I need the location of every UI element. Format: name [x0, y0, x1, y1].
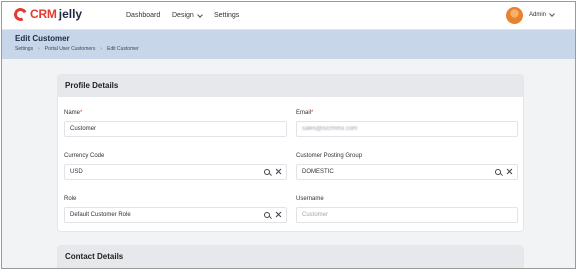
- search-icon[interactable]: [264, 211, 270, 218]
- breadcrumb-separator-icon: ›: [38, 46, 40, 52]
- profile-details-card: Profile Details Name* Customer Email* sa…: [57, 74, 524, 232]
- avatar[interactable]: [506, 7, 523, 24]
- chevron-down-icon: [196, 11, 203, 18]
- role-field[interactable]: Default Customer Role: [64, 207, 287, 223]
- user-name: Admin: [529, 12, 547, 18]
- role-value: Default Customer Role: [70, 212, 131, 218]
- customer-posting-group-value: DOMESTIC: [302, 169, 334, 175]
- name-value: Customer: [70, 126, 97, 132]
- search-icon[interactable]: [264, 168, 270, 175]
- customer-posting-group-actions: [495, 168, 513, 175]
- clear-icon[interactable]: [506, 168, 513, 175]
- chevron-down-icon: [549, 11, 555, 17]
- name-label-text: Name: [64, 110, 81, 116]
- nav-design[interactable]: Design: [172, 11, 203, 19]
- name-label: Name*: [64, 110, 82, 116]
- breadcrumb-settings[interactable]: Settings: [15, 46, 33, 52]
- logo-mark-icon: [12, 5, 29, 23]
- top-navbar: CRM jelly Dashboard Design Settings Admi…: [2, 2, 575, 30]
- page-header: Edit Customer Settings › Portal User Cus…: [2, 30, 575, 59]
- email-field[interactable]: sales@iscrmmx.com: [296, 121, 518, 137]
- name-field[interactable]: Customer: [64, 121, 287, 137]
- breadcrumb: Settings › Portal User Customers › Edit …: [15, 46, 139, 52]
- app-window: CRM jelly Dashboard Design Settings Admi…: [1, 1, 576, 269]
- required-marker: *: [311, 110, 314, 116]
- profile-details-title: Profile Details: [58, 75, 523, 97]
- clear-icon[interactable]: [275, 168, 282, 175]
- nav-dashboard[interactable]: Dashboard: [126, 12, 160, 19]
- email-value: sales@iscrmmx.com: [302, 126, 358, 132]
- role-label: Role: [64, 196, 77, 202]
- breadcrumb-separator-icon: ›: [100, 46, 102, 52]
- contact-details-card: Contact Details: [57, 245, 524, 268]
- contact-details-title: Contact Details: [58, 246, 523, 268]
- crmjetty-logo[interactable]: CRM jelly: [12, 5, 83, 23]
- page-title: Edit Customer: [15, 34, 70, 43]
- breadcrumb-portal-user-customers[interactable]: Portal User Customers: [45, 46, 96, 52]
- username-placeholder: Customer: [302, 212, 329, 218]
- email-label-text: Email: [296, 110, 312, 116]
- username-field[interactable]: Customer: [296, 207, 518, 223]
- required-marker: *: [80, 110, 83, 116]
- role-actions: [264, 211, 282, 218]
- breadcrumb-edit-customer: Edit Customer: [107, 46, 139, 52]
- nav-design-label: Design: [172, 12, 194, 19]
- email-label: Email*: [296, 110, 313, 116]
- logo-text-crm: CRM: [30, 7, 57, 21]
- customer-posting-group-label: Customer Posting Group: [296, 153, 363, 159]
- currency-code-actions: [264, 168, 282, 175]
- search-icon[interactable]: [495, 168, 501, 175]
- currency-code-value: USD: [70, 169, 83, 175]
- logo-text-jelly: jelly: [58, 7, 83, 21]
- user-menu[interactable]: Admin: [529, 11, 555, 18]
- customer-posting-group-field[interactable]: DOMESTIC: [296, 164, 518, 180]
- username-label: Username: [296, 196, 324, 202]
- currency-code-field[interactable]: USD: [64, 164, 287, 180]
- nav-settings[interactable]: Settings: [214, 12, 239, 19]
- currency-code-label: Currency Code: [64, 153, 105, 159]
- clear-icon[interactable]: [275, 211, 282, 218]
